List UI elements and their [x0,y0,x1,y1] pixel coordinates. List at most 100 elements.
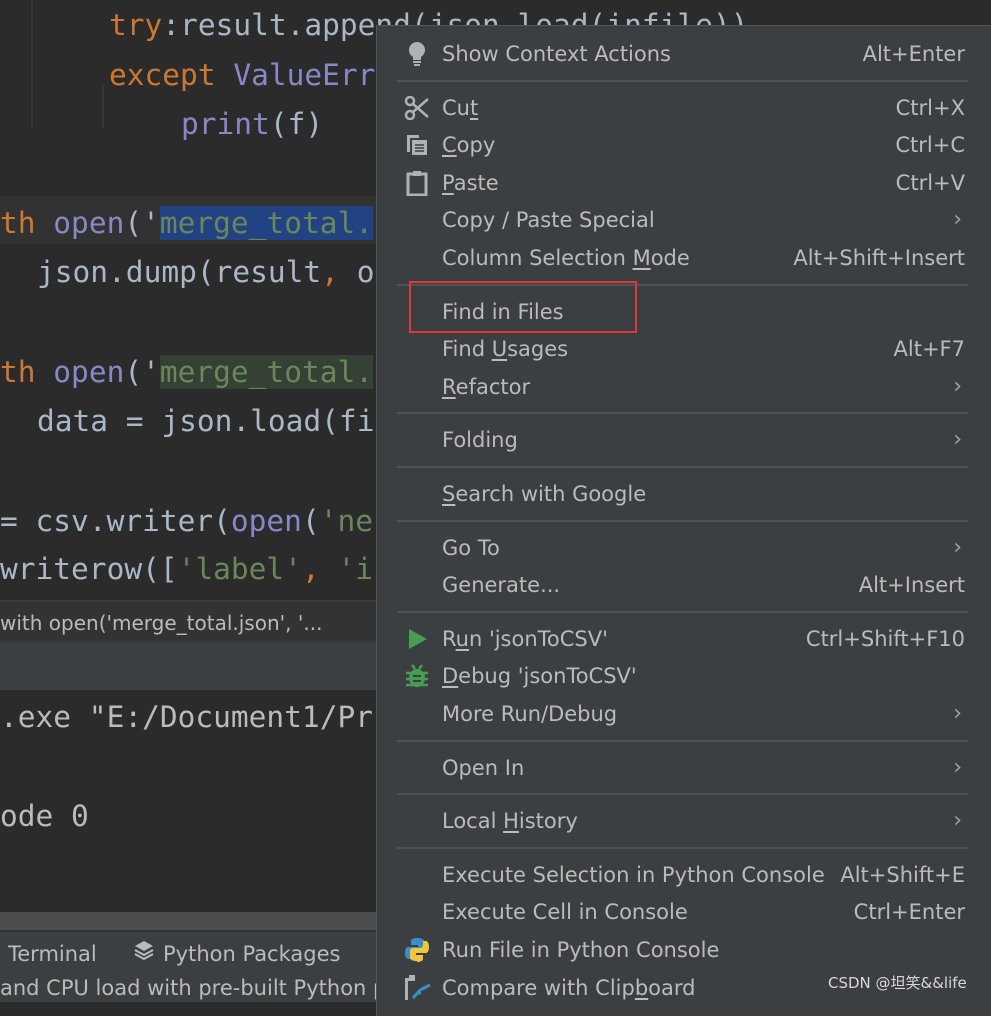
menu-item-shortcut: Alt+Shift+Insert [793,246,965,270]
mnemonic-key: D [442,664,459,689]
menu-item-shortcut: Ctrl+C [895,133,965,158]
menu-item-refactor[interactable]: Refactor › [377,369,968,405]
menu-item-shortcut: Alt+Shift+E [840,862,965,887]
label-part: Cu [442,95,470,120]
label-part: ebug 'jsonToCSV' [458,664,637,689]
label-part: R [442,626,456,651]
code-token: except [109,58,216,92]
label-part: efactor [455,374,531,399]
menu-item-label: Compare with Clipboard [442,970,695,1006]
tab-terminal[interactable]: Terminal [0,932,97,976]
menu-item-folding[interactable]: Folding › [377,422,968,458]
scissors-icon [403,95,431,121]
menu-separator [397,610,968,613]
chevron-right-icon: › [953,427,962,453]
menu-item-local-history[interactable]: Local History › [377,803,968,839]
label-part: istory [518,809,578,834]
menu-item-debug-jsontocsv[interactable]: Debug 'jsonToCSV' [377,658,968,694]
menu-item-column-selection-mode[interactable]: Column Selection Mode Alt+Shift+Insert [377,240,968,276]
tab-label: Terminal [8,942,97,966]
code-token: (f) [269,107,324,141]
chevron-right-icon: › [953,701,962,726]
menu-item-run-jsontocsv[interactable]: Run 'jsonToCSV' Ctrl+Shift+F10 [377,621,968,657]
menu-item-label: Execute Cell in Console [442,894,688,930]
run-icon [403,626,431,652]
code-line: print(f) [181,102,323,146]
menu-item-label: Column Selection Mode [442,240,690,276]
code-line: th open('merge_total. [0,350,374,394]
menu-item-execute-cell-in-console[interactable]: Execute Cell in Console Ctrl+Enter [377,894,968,930]
menu-item-go-to[interactable]: Go To › [377,530,968,566]
mnemonic-key: u [455,626,469,651]
code-token: th [0,206,36,240]
menu-item-copy-paste-special[interactable]: Copy / Paste Special › [377,202,968,238]
menu-separator [397,793,968,796]
menu-item-execute-selection-in-python-console[interactable]: Execute Selection in Python Console Alt+S… [377,857,968,893]
code-token: print [181,107,270,141]
context-menu: Show Context Actions Alt+Enter Cut Ctrl+X Co… [376,25,991,1016]
menu-separator [397,739,968,742]
code-token: o [338,255,375,289]
menu-separator [397,466,968,468]
menu-item-label: Run File in Python Console [442,932,719,968]
label-part: Show Context Actions [442,42,671,66]
code-line: json.dump(result, o [37,250,374,294]
chevron-right-icon: › [953,808,962,834]
mnemonic-key: U [491,337,508,362]
menu-item-label: Generate... [442,567,560,603]
menu-item-label: Copy [442,127,495,163]
label-part: Generate... [442,573,561,598]
menu-separator [397,412,968,415]
chevron-right-icon: › [953,534,962,560]
menu-item-label: Show Context Actions [442,36,671,72]
annotation-highlight-box [409,281,637,333]
tab-python-packages[interactable]: Python Packages [133,932,340,976]
menu-item-label: Open In [442,750,524,786]
debug-bug-icon [403,663,431,689]
menu-separator [397,79,968,82]
tab-label: Python Packages [163,942,341,966]
menu-item-find-usages[interactable]: Find Usages Alt+F7 [377,331,968,367]
code-token: try [109,8,163,42]
menu-item-label: Go To [442,530,500,566]
menu-item-run-file-in-python-console[interactable]: Run File in Python Console [377,932,968,968]
label-part: Column Selection [442,246,633,270]
code-token: 'ne [319,504,373,538]
menu-item-paste[interactable]: Paste Ctrl+V [377,165,968,201]
menu-item-generate[interactable]: Generate... Alt+Insert [377,567,968,603]
code-token: open [53,355,125,389]
label-part: Run File in Python Console [442,938,720,962]
mnemonic-key: t [469,95,479,120]
label-part: earch with Google [455,482,647,506]
label-part: Execute Cell in Console [442,900,688,925]
menu-item-label: Local History [442,803,578,839]
menu-item-show-context-actions[interactable]: Show Context Actions Alt+Enter [377,36,968,72]
indent-guide [31,0,33,128]
breadcrumb[interactable]: with open('merge_total.json', '... [0,602,322,644]
code-token: , [321,255,339,289]
console-line: ode 0 [0,799,89,833]
code-line: except ValueErr [109,53,375,97]
mnemonic-key: b [634,975,649,1000]
menu-item-label: More Run/Debug [442,696,617,732]
menu-item-search-with-google[interactable]: Search with Google [377,476,968,512]
menu-item-label: Find Usages [442,331,568,367]
layers-icon [133,932,155,976]
label-part: More Run/Debug [442,702,618,726]
code-token: 'i [337,552,373,586]
label-part: Folding [442,428,518,453]
menu-item-cut[interactable]: Cut Ctrl+X [377,90,968,126]
code-token: th [0,355,36,389]
menu-item-open-in[interactable]: Open In › [377,750,968,786]
menu-item-more-run-debug[interactable]: More Run/Debug › [377,696,968,732]
chevron-right-icon: › [953,373,962,399]
menu-item-copy[interactable]: Copy Ctrl+C [377,127,968,163]
label-part: opy [456,133,496,158]
menu-item-label: Debug 'jsonToCSV' [442,658,637,694]
menu-item-shortcut: Ctrl+Enter [853,900,965,925]
code-token: merge_total. [159,206,374,240]
menu-item-shortcut: Ctrl+X [895,95,965,120]
